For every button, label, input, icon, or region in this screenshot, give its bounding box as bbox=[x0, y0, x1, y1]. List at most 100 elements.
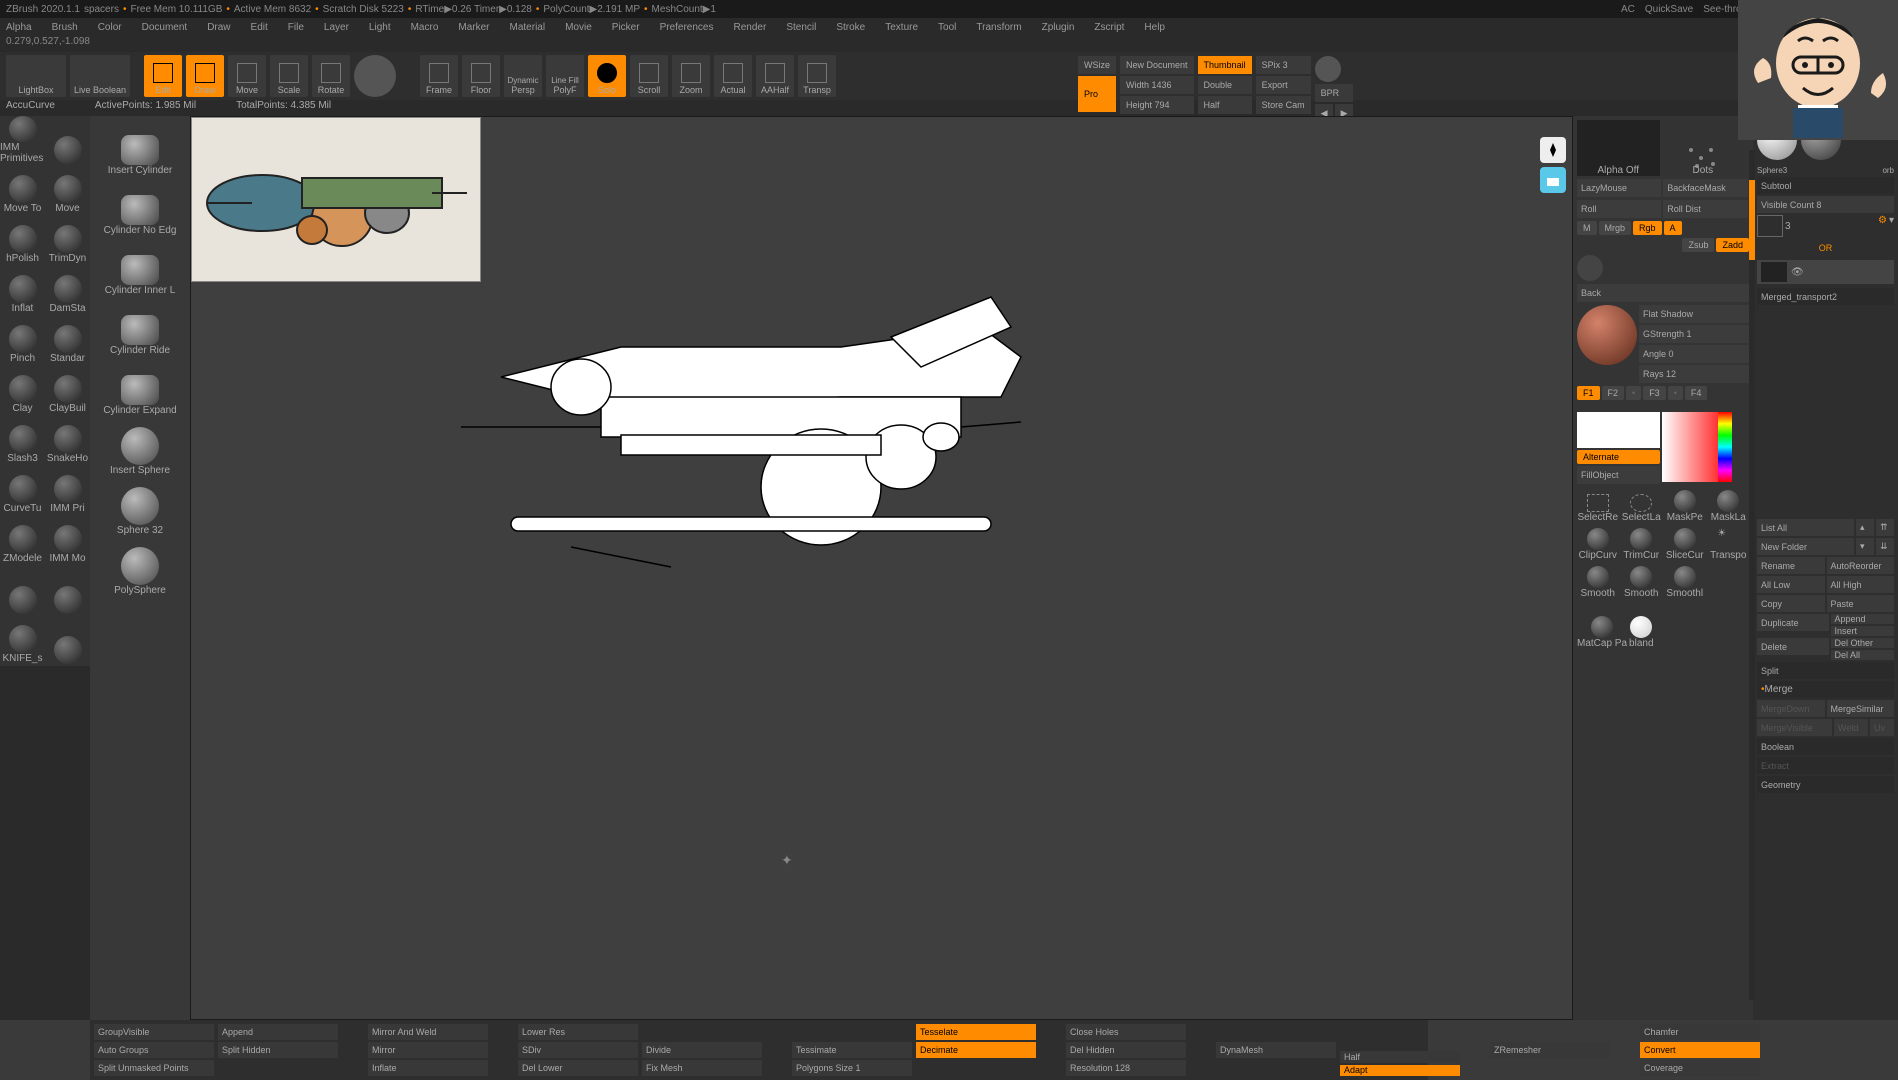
color-picker[interactable] bbox=[1662, 412, 1732, 482]
bottom-tesselate[interactable]: Tesselate bbox=[916, 1024, 1036, 1040]
transp-button[interactable]: Transp bbox=[798, 55, 836, 97]
paste[interactable]: Paste bbox=[1827, 595, 1895, 612]
menu-render[interactable]: Render bbox=[734, 22, 767, 33]
brush-imm-pri[interactable]: IMM Pri bbox=[45, 466, 90, 516]
pen-icon[interactable] bbox=[1540, 137, 1566, 163]
trimcurve[interactable]: TrimCur bbox=[1621, 525, 1663, 561]
store-cam[interactable]: Store Cam bbox=[1256, 96, 1311, 114]
bottom-split-unmasked-points[interactable]: Split Unmasked Points bbox=[94, 1060, 214, 1076]
eye-icon[interactable]: 👁 bbox=[1791, 267, 1804, 278]
rolldist[interactable]: Roll Dist bbox=[1663, 200, 1747, 218]
append[interactable]: Append bbox=[1831, 614, 1895, 624]
backfacemask[interactable]: BackfaceMask bbox=[1663, 179, 1747, 197]
menu-movie[interactable]: Movie bbox=[565, 22, 592, 33]
maskpen[interactable]: MaskPe bbox=[1664, 487, 1706, 523]
clipcurve[interactable]: ClipCurv bbox=[1577, 525, 1619, 561]
thumbnail[interactable]: Thumbnail bbox=[1198, 56, 1252, 74]
hue-bar[interactable] bbox=[1718, 412, 1732, 482]
smooth3[interactable]: Smoothl bbox=[1664, 563, 1706, 599]
boolean-header[interactable]: Boolean bbox=[1757, 738, 1894, 755]
brush-damsta[interactable]: DamSta bbox=[45, 266, 90, 316]
menu-material[interactable]: Material bbox=[510, 22, 546, 33]
zoom-button[interactable]: Zoom bbox=[672, 55, 710, 97]
folder-icon[interactable] bbox=[1757, 215, 1783, 237]
brush-zmodele[interactable]: ZModele bbox=[0, 516, 45, 566]
solo-button[interactable]: Solo bbox=[588, 55, 626, 97]
menu-file[interactable]: File bbox=[288, 22, 304, 33]
insert-cylinder-no-edg[interactable]: Cylinder No Edg bbox=[95, 184, 185, 236]
color-swatch[interactable] bbox=[1577, 412, 1660, 448]
bottom-zremesher[interactable]: ZRemesher bbox=[1490, 1042, 1610, 1058]
roll[interactable]: Roll bbox=[1577, 200, 1661, 218]
zsub-button[interactable]: Zsub bbox=[1682, 238, 1714, 252]
bottom-divide[interactable]: Divide bbox=[642, 1042, 762, 1058]
transpose[interactable]: ☀Transpo bbox=[1708, 525, 1750, 561]
visible-count[interactable]: Visible Count 8 bbox=[1757, 196, 1894, 213]
delete[interactable]: Delete bbox=[1757, 638, 1829, 655]
menu-document[interactable]: Document bbox=[142, 22, 188, 33]
menu-preferences[interactable]: Preferences bbox=[660, 22, 714, 33]
brush-empty[interactable] bbox=[45, 116, 90, 166]
subtool-header[interactable]: Subtool bbox=[1757, 177, 1894, 194]
scroll-button[interactable]: Scroll bbox=[630, 55, 668, 97]
double[interactable]: Double bbox=[1198, 76, 1252, 94]
delall[interactable]: Del All bbox=[1831, 650, 1895, 660]
brush-empty[interactable] bbox=[0, 566, 45, 616]
ac[interactable]: AC bbox=[1621, 4, 1635, 15]
mrgb-button[interactable]: Mrgb bbox=[1599, 221, 1632, 235]
bottom-convert[interactable]: Convert bbox=[1640, 1042, 1760, 1058]
weld[interactable]: Weld bbox=[1834, 719, 1868, 736]
delother[interactable]: Del Other bbox=[1831, 638, 1895, 648]
menu-edit[interactable]: Edit bbox=[251, 22, 268, 33]
insert-cylinder-ride[interactable]: Cylinder Ride bbox=[95, 304, 185, 356]
avatar-widget[interactable] bbox=[1738, 0, 1898, 140]
menu-brush[interactable]: Brush bbox=[52, 22, 78, 33]
menu-light[interactable]: Light bbox=[369, 22, 391, 33]
menu-zscript[interactable]: Zscript bbox=[1094, 22, 1124, 33]
alternate-button[interactable]: Alternate bbox=[1577, 450, 1660, 464]
brush-clay[interactable]: Clay bbox=[0, 366, 45, 416]
uv[interactable]: Uv bbox=[1870, 719, 1894, 736]
newfolder[interactable]: New Folder bbox=[1757, 538, 1854, 555]
brush-imm-mo[interactable]: IMM Mo bbox=[45, 516, 90, 566]
rotate-button[interactable]: Rotate bbox=[312, 55, 350, 97]
menu-texture[interactable]: Texture bbox=[885, 22, 918, 33]
zadd-button[interactable]: Zadd bbox=[1716, 238, 1749, 252]
menu-alpha[interactable]: Alpha bbox=[6, 22, 32, 33]
geometry-header[interactable]: Geometry bbox=[1757, 776, 1894, 793]
merge-header[interactable]: •Merge bbox=[1757, 681, 1894, 698]
brush-hpolish[interactable]: hPolish bbox=[0, 216, 45, 266]
autoreorder[interactable]: AutoReorder bbox=[1827, 557, 1895, 574]
material-preview[interactable] bbox=[1577, 305, 1637, 365]
bottom-split-hidden[interactable]: Split Hidden bbox=[218, 1042, 338, 1058]
layer-icon[interactable] bbox=[1540, 167, 1566, 193]
matcap[interactable]: MatCap Pa bbox=[1577, 613, 1627, 649]
width[interactable]: Width 1436 bbox=[1120, 76, 1194, 94]
brush-standar[interactable]: Standar bbox=[45, 316, 90, 366]
bottom-del-lower[interactable]: Del Lower bbox=[518, 1060, 638, 1076]
frame-button[interactable]: Frame bbox=[420, 55, 458, 97]
menu-color[interactable]: Color bbox=[98, 22, 122, 33]
masklasso[interactable]: MaskLa bbox=[1708, 487, 1750, 523]
bottom-resolution-128[interactable]: Resolution 128 bbox=[1066, 1060, 1186, 1076]
a-button[interactable]: A bbox=[1664, 221, 1682, 235]
bottom-auto-groups[interactable]: Auto Groups bbox=[94, 1042, 214, 1058]
lightbox-button[interactable]: LightBox bbox=[6, 55, 66, 97]
bottom-lower-res[interactable]: Lower Res bbox=[518, 1024, 638, 1040]
insert-polysphere[interactable]: PolySphere bbox=[95, 544, 185, 596]
mergedown[interactable]: MergeDown bbox=[1757, 700, 1825, 717]
insert-insert-cylinder[interactable]: Insert Cylinder bbox=[95, 124, 185, 176]
downdown-icon[interactable]: ⇊ bbox=[1876, 538, 1894, 555]
extract-header[interactable]: Extract bbox=[1757, 757, 1894, 774]
bottom-sdiv[interactable]: SDiv bbox=[518, 1042, 638, 1058]
duplicate[interactable]: Duplicate bbox=[1757, 614, 1829, 631]
slicecurve[interactable]: SliceCur bbox=[1664, 525, 1706, 561]
smooth2[interactable]: Smooth bbox=[1621, 563, 1663, 599]
menu-transform[interactable]: Transform bbox=[976, 22, 1021, 33]
menu-layer[interactable]: Layer bbox=[324, 22, 349, 33]
wsize[interactable]: WSize bbox=[1078, 56, 1116, 74]
selectlasso[interactable]: SelectLa bbox=[1621, 487, 1663, 523]
m-button[interactable]: M bbox=[1577, 221, 1597, 235]
f2-button[interactable]: F2 bbox=[1602, 386, 1625, 400]
liveboolean-button[interactable]: Live Boolean bbox=[70, 55, 130, 97]
